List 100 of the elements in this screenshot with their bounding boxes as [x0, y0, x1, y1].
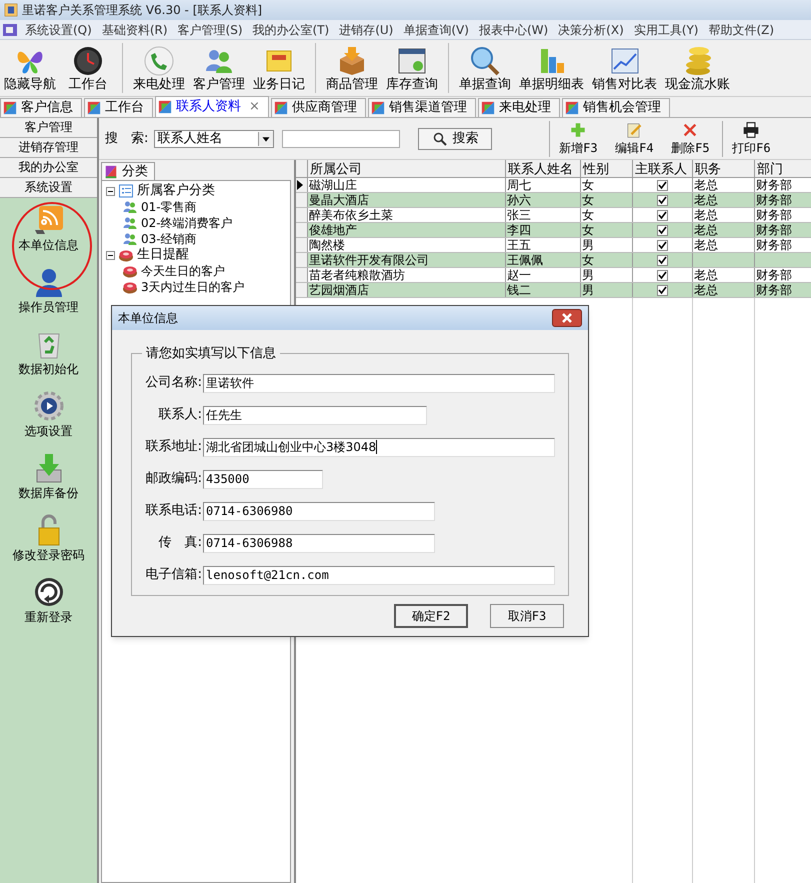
toolbar-button[interactable]: 商品管理 — [322, 45, 382, 96]
toolbar-button[interactable]: 隐藏导航 — [0, 45, 60, 96]
tab[interactable]: 销售渠道管理 — [368, 98, 476, 117]
toolbar-button[interactable]: 现金流水账 — [661, 45, 734, 96]
minus-box-icon[interactable] — [106, 250, 115, 260]
checkbox[interactable] — [657, 194, 668, 206]
tab[interactable]: 客户信息 — [0, 98, 82, 117]
checkbox[interactable] — [657, 254, 668, 266]
input-field[interactable]: 0714-6306988 — [203, 534, 435, 552]
dialog-button[interactable]: 取消F3 — [490, 604, 564, 628]
search-button[interactable]: 搜索 — [418, 128, 492, 150]
category-tab[interactable]: 分类 — [101, 162, 155, 180]
tree-node[interactable]: 03-经销商 — [141, 230, 197, 248]
column-header[interactable]: 所属公司 — [308, 160, 506, 177]
column-header[interactable]: 主联系人 — [633, 160, 693, 177]
menu-item[interactable]: 帮助文件(Z) — [703, 20, 780, 38]
input-field[interactable]: 0714-6306980 — [203, 502, 435, 520]
checkbox[interactable] — [657, 224, 668, 236]
row-indicator[interactable] — [296, 178, 308, 192]
menu-item[interactable]: 报表中心(W) — [474, 20, 554, 38]
tree-node[interactable]: 今天生日的客户 — [141, 262, 225, 280]
tree-node[interactable]: 生日提醒 — [137, 245, 189, 265]
colored-triangles-icon — [480, 101, 495, 115]
search-label: 搜 索: — [105, 130, 148, 148]
menu-item[interactable]: 我的办公室(T) — [248, 20, 334, 38]
sidebar-item[interactable]: 操作员管理 — [18, 266, 78, 316]
dialog-button[interactable]: 确定F2 — [394, 604, 468, 628]
tree-node[interactable]: 3天内过生日的客户 — [141, 278, 245, 296]
tree-node[interactable]: 02-终端消费客户 — [141, 214, 233, 232]
colored-triangles-icon — [370, 101, 385, 115]
checkbox[interactable] — [657, 210, 668, 220]
table-cell: 孙六 — [507, 193, 531, 207]
sidebar-item[interactable]: 重新登录 — [24, 576, 72, 626]
checkbox[interactable] — [657, 270, 668, 280]
sidebar-section-button[interactable]: 系统设置 — [0, 178, 97, 198]
input-field[interactable]: 435000 — [203, 470, 323, 488]
input-field[interactable]: lenosoft@21cn.com — [203, 566, 555, 584]
toolbar-button[interactable]: 工作台 — [60, 45, 116, 96]
tab-close-button[interactable]: × — [249, 97, 260, 117]
table-cell: 财务部 — [756, 193, 792, 207]
search-input[interactable] — [282, 130, 400, 148]
menu-item[interactable]: 基础资料(R) — [96, 20, 173, 38]
table-cell: 周七 — [507, 178, 531, 192]
toolbar-button[interactable]: 销售对比表 — [588, 45, 661, 96]
toolbar-button[interactable]: 编辑F4 — [606, 120, 662, 156]
search-field-dropdown[interactable]: 联系人姓名 — [154, 130, 274, 148]
menu-item[interactable]: 单据查询(V) — [398, 20, 474, 38]
column-header[interactable]: 性别 — [581, 160, 633, 177]
toolbar-button[interactable]: 打印F6 — [723, 120, 780, 156]
column-header[interactable]: 职务 — [693, 160, 755, 177]
menu-item[interactable]: 决策分析(X) — [553, 20, 629, 38]
sidebar-item[interactable]: 选项设置 — [24, 390, 72, 440]
toolbar-button[interactable]: 来电处理 — [129, 45, 189, 96]
table-cell: 王佩佩 — [507, 253, 543, 267]
sidebar-section-button[interactable]: 客户管理 — [0, 118, 97, 138]
tree-node[interactable]: 01-零售商 — [141, 198, 197, 216]
table-cell: 男 — [582, 238, 594, 252]
table-cell: 张三 — [507, 208, 531, 222]
close-button[interactable] — [552, 309, 582, 327]
toolbar-button[interactable]: 删除F5 — [662, 120, 718, 156]
tab[interactable]: 来电处理 — [478, 98, 560, 117]
sidebar-item[interactable]: 数据库备份 — [18, 452, 78, 502]
menu-item[interactable]: 进销存(U) — [334, 20, 398, 38]
toolbar-button[interactable]: 库存查询 — [382, 45, 442, 96]
people-icon — [122, 231, 138, 247]
input-field[interactable]: 里诺软件 — [203, 374, 555, 392]
toolbar-button[interactable]: 单据明细表 — [515, 45, 588, 96]
toolbar-button[interactable]: 新增F3 — [550, 120, 606, 156]
sidebar-section-button[interactable]: 我的办公室 — [0, 158, 97, 178]
column-header[interactable]: 部门 — [755, 160, 811, 177]
menu-item[interactable]: 实用工具(Y) — [628, 20, 704, 38]
tree-node[interactable]: 所属客户分类 — [137, 181, 215, 201]
checkbox[interactable] — [657, 180, 668, 190]
table-cell: 女 — [582, 193, 594, 207]
search-icon — [432, 130, 448, 146]
tab[interactable]: 供应商管理 — [270, 98, 366, 117]
table-cell: 老总 — [694, 193, 718, 207]
column-header[interactable]: 联系人姓名 — [506, 160, 581, 177]
input-field[interactable]: 湖北省团城山创业中心3楼3048 — [203, 438, 555, 456]
toolbar-button[interactable]: 业务日记 — [249, 45, 309, 96]
tab[interactable]: 销售机会管理 — [562, 98, 670, 117]
checkbox[interactable] — [657, 240, 668, 250]
checkbox[interactable] — [657, 284, 668, 296]
sidebar-item[interactable]: 数据初始化 — [18, 328, 78, 378]
input-field[interactable]: 任先生 — [203, 406, 427, 424]
minus-box-icon[interactable] — [106, 186, 115, 196]
tab[interactable]: 联系人资料 × — [155, 96, 269, 117]
table-cell: 财务部 — [756, 238, 792, 252]
toolbar-button[interactable]: 客户管理 — [189, 45, 249, 96]
close-icon — [561, 313, 573, 323]
table-cell: 女 — [582, 253, 594, 267]
toolbar-button[interactable]: 单据查询 — [455, 45, 515, 96]
tab[interactable]: 工作台 — [84, 98, 153, 117]
table-cell: 老总 — [694, 178, 718, 192]
menu-item[interactable]: 系统设置(Q) — [20, 20, 97, 38]
field-label: 邮政编码: — [144, 470, 202, 488]
table-cell: 财务部 — [756, 283, 792, 297]
sidebar-section-button[interactable]: 进销存管理 — [0, 138, 97, 158]
menu-item[interactable]: 客户管理(S) — [172, 20, 248, 38]
sidebar-item[interactable]: 修改登录密码 — [12, 514, 84, 564]
